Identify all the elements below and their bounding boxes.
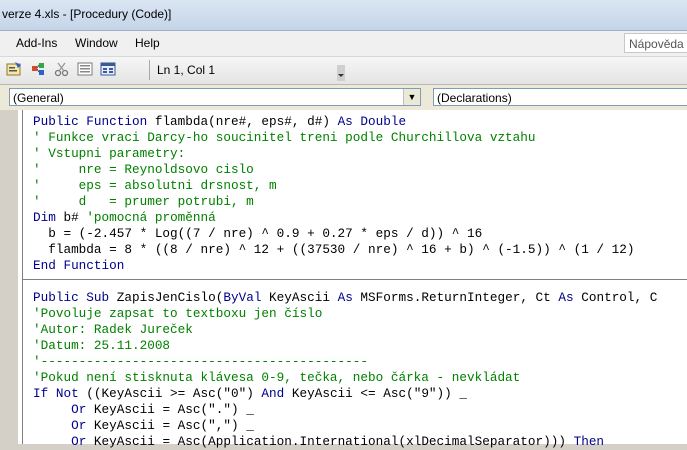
chevron-down-icon[interactable]: ▼ [403, 89, 420, 105]
help-search-input[interactable]: Nápověda [624, 33, 687, 53]
code-editor[interactable]: Public Function flambda(nre#, eps#, d#) … [0, 110, 687, 449]
code-text: flambda(nre#, eps#, d#) [147, 114, 338, 129]
margin-divider [22, 110, 23, 444]
menu-window[interactable]: Window [75, 36, 118, 50]
menu-bar: Add-Ins Window Help Nápověda [0, 31, 687, 57]
code-line[interactable]: ' Vstupni parametry: [33, 146, 185, 162]
window-title: verze 4.xls - [Procedury (Code)] [2, 7, 172, 21]
code-comment: 'Autor: Radek Jureček [33, 322, 193, 337]
code-keyword: Then [573, 434, 605, 449]
indicator-margin[interactable] [0, 110, 18, 444]
code-line[interactable]: 'Autor: Radek Jureček [33, 322, 193, 338]
procedure-combo-value: (Declarations) [437, 91, 512, 105]
code-comment: 'Datum: 25.11.2008 [33, 338, 171, 353]
code-keyword: As Double [337, 114, 407, 129]
code-line[interactable]: 'Povoluje zapsat to textboxu jen číslo [33, 306, 322, 322]
toolbox-icon[interactable] [100, 61, 116, 77]
code-keyword: ByVal [223, 290, 262, 305]
toolbar: Ln 1, Col 1 [0, 57, 687, 85]
toolbar-options-icon[interactable] [337, 65, 345, 81]
code-comment: 'Pokud není stisknuta klávesa 0-9, tečka… [33, 370, 521, 385]
code-keyword: End Function [33, 258, 125, 273]
code-text: KeyAscii = Asc(",") _ [86, 418, 254, 433]
code-text: KeyAscii = Asc(Application.International… [86, 434, 574, 449]
code-text: KeyAscii [261, 290, 338, 305]
code-line[interactable]: flambda = 8 * ((8 / nre) ^ 12 + ((37530 … [33, 242, 635, 258]
code-line[interactable]: 'Datum: 25.11.2008 [33, 338, 170, 354]
code-line[interactable]: b = (-2.457 * Log((7 / nre) ^ 0.9 + 0.27… [33, 226, 482, 242]
code-line[interactable]: Or KeyAscii = Asc(",") _ [33, 418, 254, 434]
code-text: b = (-2.457 * Log((7 / nre) ^ 0.9 + 0.27… [33, 226, 483, 241]
code-text: flambda = 8 * ((8 / nre) ^ 12 + ((37530 … [33, 242, 635, 257]
code-keyword: As [337, 290, 353, 305]
code-comment: ' nre = Reynoldsovo cislo [33, 162, 254, 177]
code-line[interactable]: '---------------------------------------… [33, 354, 368, 370]
code-comment: 'Povoluje zapsat to textboxu jen číslo [33, 306, 323, 321]
code-comment: ' Vstupni parametry: [33, 146, 186, 161]
toolbar-separator [149, 60, 150, 80]
code-text: MSForms.ReturnInteger, Ct [352, 290, 559, 305]
code-comment: 'pomocná proměnná [86, 210, 216, 225]
code-keyword: Or [71, 402, 87, 417]
code-keyword: Public Function [33, 114, 148, 129]
code-line[interactable]: ' eps = absolutni drsnost, m [33, 178, 277, 194]
object-combo-value: (General) [13, 91, 64, 105]
code-line[interactable]: 'Pokud není stisknuta klávesa 0-9, tečka… [33, 370, 520, 386]
code-line[interactable]: Public Function flambda(nre#, eps#, d#) … [33, 114, 406, 130]
code-line[interactable]: Dim b# 'pomocná proměnná [33, 210, 216, 226]
code-combos: (General) ▼ (Declarations) [0, 85, 687, 110]
code-text: Control, C [573, 290, 658, 305]
list-icon[interactable] [77, 61, 93, 77]
procedure-separator [22, 279, 687, 280]
object-combo[interactable]: (General) ▼ [9, 88, 421, 106]
code-line[interactable]: Public Sub ZapisJenCislo(ByVal KeyAscii … [33, 290, 657, 306]
code-line[interactable]: If Not ((KeyAscii >= Asc("0") And KeyAsc… [33, 386, 467, 402]
title-bar: verze 4.xls - [Procedury (Code)] [0, 0, 687, 31]
properties-icon[interactable] [6, 61, 22, 77]
code-keyword: If Not [33, 386, 79, 401]
code-comment: '---------------------------------------… [33, 354, 369, 369]
code-text: ZapisJenCislo( [109, 290, 224, 305]
code-keyword: And [261, 386, 285, 401]
procedure-combo[interactable]: (Declarations) [433, 88, 687, 106]
code-keyword: Dim [33, 210, 56, 225]
code-line[interactable]: ' nre = Reynoldsovo cislo [33, 162, 254, 178]
menu-add-ins[interactable]: Add-Ins [16, 36, 57, 50]
code-comment: ' d = prumer potrubi, m [33, 194, 254, 209]
code-text: b# [55, 210, 87, 225]
cursor-position: Ln 1, Col 1 [157, 63, 216, 77]
code-text: KeyAscii <= Asc("9")) _ [284, 386, 467, 401]
code-keyword: Or [71, 418, 87, 433]
cut-icon[interactable] [54, 61, 70, 77]
code-line[interactable]: End Function [33, 258, 124, 274]
code-line[interactable]: Or KeyAscii = Asc(".") _ [33, 402, 254, 418]
code-keyword: Or [71, 434, 87, 449]
code-keyword: As [558, 290, 574, 305]
code-line[interactable]: Or KeyAscii = Asc(Application.Internatio… [33, 434, 604, 450]
code-line[interactable]: ' Funkce vraci Darcy-ho soucinitel treni… [33, 130, 536, 146]
code-text: ((KeyAscii >= Asc("0") [78, 386, 262, 401]
code-comment: ' Funkce vraci Darcy-ho soucinitel treni… [33, 130, 536, 145]
object-browser-icon[interactable] [30, 61, 46, 77]
code-line[interactable]: ' d = prumer potrubi, m [33, 194, 254, 210]
menu-help[interactable]: Help [135, 36, 160, 50]
code-comment: ' eps = absolutni drsnost, m [33, 178, 277, 193]
code-keyword: Public Sub [33, 290, 110, 305]
code-text: KeyAscii = Asc(".") _ [86, 402, 254, 417]
